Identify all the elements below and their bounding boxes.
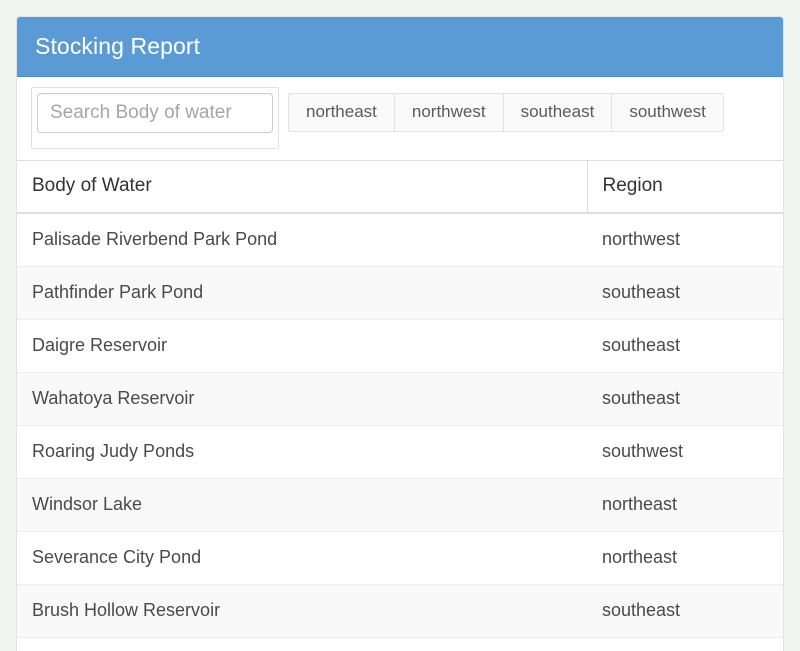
- table-row[interactable]: Billy Creek Lakesouthwest: [17, 637, 783, 651]
- table-row[interactable]: Pathfinder Park Pond southeast: [17, 266, 783, 320]
- table-row[interactable]: Palisade Riverbend Park Pond northwest: [17, 213, 783, 267]
- card-header: Stocking Report: [17, 17, 783, 77]
- cell-body-of-water: Billy Creek Lake: [17, 637, 587, 651]
- table-row[interactable]: Daigre Reservoir southeast: [17, 319, 783, 373]
- report-table-container: Body of Water Region Palisade Riverbend …: [17, 160, 783, 651]
- table-row[interactable]: Windsor Lake northeast: [17, 478, 783, 532]
- cell-body-of-water: Brush Hollow Reservoir: [17, 584, 587, 638]
- page-root: Stocking Report northeast northwest sout…: [0, 0, 800, 651]
- cell-region: southeast: [587, 319, 783, 373]
- cell-region: northeast: [587, 531, 783, 585]
- table-row[interactable]: Severance City Pond northeast: [17, 531, 783, 585]
- column-header-region[interactable]: Region: [587, 161, 783, 214]
- table-row[interactable]: Wahatoya Reservoir southeast: [17, 372, 783, 426]
- report-table-head: Body of Water Region: [17, 161, 783, 214]
- cell-region: southwest: [587, 637, 783, 651]
- stocking-report-card: Stocking Report northeast northwest sout…: [16, 16, 784, 651]
- report-table-body: Palisade Riverbend Park Pond northwest Pat…: [17, 213, 783, 651]
- page-title: Stocking Report: [35, 33, 201, 59]
- region-filter-southeast-button[interactable]: southeast: [502, 93, 612, 133]
- column-header-body-of-water[interactable]: Body of Water: [17, 161, 588, 214]
- search-input[interactable]: [37, 93, 273, 133]
- cell-body-of-water: Windsor Lake: [17, 478, 587, 532]
- region-filter-northwest-button[interactable]: northwest: [393, 93, 503, 133]
- cell-body-of-water: Pathfinder Park Pond: [17, 266, 587, 320]
- table-row[interactable]: Brush Hollow Reservoir southeast: [17, 584, 783, 638]
- cell-region: southwest: [587, 425, 783, 479]
- cell-body-of-water: Roaring Judy Ponds: [17, 425, 587, 479]
- table-row[interactable]: Roaring Judy Ponds southwest: [17, 425, 783, 479]
- cell-region: northwest: [602, 229, 681, 249]
- cell-body-of-water: Daigre Reservoir: [17, 319, 587, 373]
- table-header-row: Body of Water Region: [17, 161, 783, 214]
- cell-region: southeast: [587, 266, 783, 320]
- report-table: Body of Water Region Palisade Riverbend …: [17, 161, 783, 651]
- card-body: northeast northwest southeast southwest: [17, 77, 783, 160]
- cell-body-of-water: Palisade Riverbend Park Pond: [32, 229, 278, 249]
- region-filter-button-group: northeast northwest southeast southwest: [288, 93, 724, 133]
- cell-body-of-water: Severance City Pond: [17, 531, 587, 585]
- region-filter-southwest-button[interactable]: southwest: [611, 93, 724, 133]
- cell-region: southeast: [587, 372, 783, 426]
- search-form: [31, 87, 279, 149]
- cell-region: northeast: [587, 478, 783, 532]
- cell-body-of-water: Wahatoya Reservoir: [17, 372, 587, 426]
- toolbar: northeast northwest southeast southwest: [31, 87, 769, 149]
- region-filter-northeast-button[interactable]: northeast: [288, 93, 394, 133]
- cell-region: southeast: [587, 584, 783, 638]
